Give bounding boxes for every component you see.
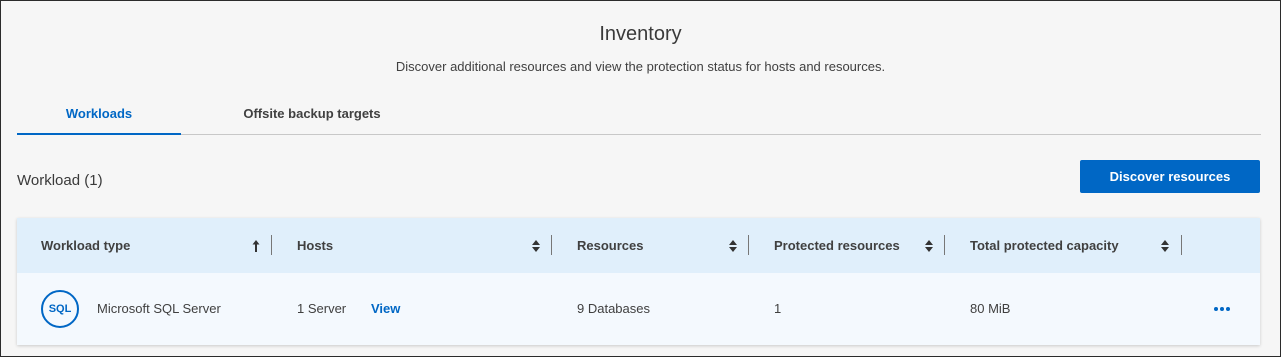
sort-ascending-icon[interactable] xyxy=(251,237,261,255)
sort-icon[interactable] xyxy=(1160,237,1170,255)
workload-count-heading: Workload (1) xyxy=(17,172,103,189)
inventory-page: Inventory Discover additional resources … xyxy=(0,0,1281,357)
workload-table: Workload type Hosts Resources Protected … xyxy=(17,218,1260,345)
page-subtitle: Discover additional resources and view t… xyxy=(395,59,886,74)
view-hosts-link[interactable]: View xyxy=(371,273,400,345)
column-header-workload-type[interactable]: Workload type xyxy=(41,218,130,273)
column-divider[interactable] xyxy=(1181,235,1182,255)
more-horizontal-icon[interactable] xyxy=(1213,304,1231,314)
column-divider[interactable] xyxy=(944,235,945,255)
column-divider[interactable] xyxy=(551,235,552,255)
cell-workload-type: Microsoft SQL Server xyxy=(97,301,221,316)
sql-server-icon: SQL xyxy=(41,290,79,328)
table-header-row: Workload type Hosts Resources Protected … xyxy=(17,218,1260,273)
cell-hosts: 1 Server xyxy=(297,301,347,316)
cell-total-protected-capacity: 80 MiB xyxy=(970,301,1011,316)
cell-protected-resources: 1 xyxy=(774,301,782,316)
cell-resources: 9 Databases xyxy=(577,301,650,316)
tab-offsite-backup-targets[interactable]: Offsite backup targets xyxy=(207,97,417,134)
column-header-total-protected-capacity[interactable]: Total protected capacity xyxy=(970,218,1119,273)
sort-icon[interactable] xyxy=(924,237,934,255)
discover-resources-button[interactable]: Discover resources xyxy=(1080,160,1260,193)
tab-bar: Workloads Offsite backup targets xyxy=(17,97,1261,135)
column-header-resources[interactable]: Resources xyxy=(577,218,643,273)
column-divider[interactable] xyxy=(271,235,272,255)
page-title: Inventory xyxy=(599,23,682,45)
tab-workloads[interactable]: Workloads xyxy=(17,97,181,135)
column-header-hosts[interactable]: Hosts xyxy=(297,218,333,273)
sort-icon[interactable] xyxy=(531,237,541,255)
column-divider[interactable] xyxy=(748,235,749,255)
table-row: SQL Microsoft SQL Server 1 Server View 9… xyxy=(17,273,1260,345)
column-header-protected-resources[interactable]: Protected resources xyxy=(774,218,900,273)
sort-icon[interactable] xyxy=(728,237,738,255)
